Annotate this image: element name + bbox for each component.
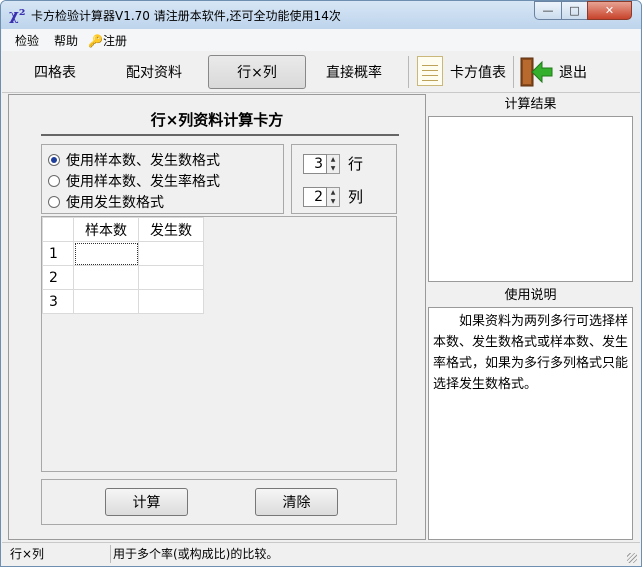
radio-sample-count-rate[interactable]: 使用样本数、发生率格式: [48, 171, 220, 191]
data-grid: 样本数 发生数 1 2 3: [42, 217, 204, 314]
grid-cell[interactable]: [73, 241, 139, 266]
minimize-button[interactable]: —: [534, 1, 562, 20]
calculate-button[interactable]: 计算: [105, 488, 188, 516]
table-row: 2: [42, 265, 204, 290]
maximize-button[interactable]: □: [561, 1, 588, 20]
grid-header-row: 样本数 发生数: [42, 217, 204, 242]
grid-row-header: 1: [42, 241, 74, 266]
status-separator: [110, 545, 111, 563]
spin-up-icon[interactable]: ▲: [327, 187, 339, 197]
grid-cell[interactable]: [138, 241, 204, 266]
data-grid-area: 样本数 发生数 1 2 3: [41, 216, 397, 472]
table-row: 1: [42, 241, 204, 266]
grid-row-header: 2: [42, 265, 74, 290]
instructions-text: 如果资料为两列多行可选择样本数、发生数格式或样本数、发生率格式，如果为多行多列格…: [433, 314, 629, 392]
cols-label: 列: [348, 188, 364, 206]
menu-register-label: 注册: [102, 34, 127, 48]
rxc-panel: 行×列资料计算卡方 使用样本数、发生数格式 使用样本数、发生率格式 使用发生数格…: [8, 94, 426, 540]
radio-sample-count-events[interactable]: 使用样本数、发生数格式: [48, 150, 220, 170]
radio-button[interactable]: [48, 175, 60, 187]
cols-stepper[interactable]: 2 ▲ ▼ 列: [303, 186, 363, 207]
grid-row-header: 3: [42, 289, 74, 314]
status-mode: 行×列: [10, 547, 45, 561]
cols-input[interactable]: 2: [303, 186, 327, 207]
action-button-area: 计算 清除: [41, 479, 397, 525]
grid-column-header[interactable]: 发生数: [138, 217, 204, 242]
app-window: χ² 卡方检验计算器V1.70 请注册本软件,还可全功能使用14次 — □ ✕ …: [0, 0, 642, 567]
panel-title: 行×列资料计算卡方: [150, 111, 284, 129]
radio-events-only[interactable]: 使用发生数格式: [48, 192, 164, 212]
rows-input[interactable]: 3: [303, 153, 327, 174]
format-radio-group: 使用样本数、发生数格式 使用样本数、发生率格式 使用发生数格式: [41, 144, 284, 214]
toolbar: 四格表 配对资料 行×列 直接概率 卡方值表 退出: [2, 51, 640, 93]
results-box[interactable]: [428, 116, 633, 282]
chi-value-table-button[interactable]: 卡方值表: [445, 55, 511, 89]
status-message: 用于多个率(或构成比)的比较。: [113, 547, 279, 561]
grid-cell[interactable]: [73, 265, 139, 290]
clear-button[interactable]: 清除: [255, 488, 338, 516]
grid-cell[interactable]: [138, 289, 204, 314]
notepad-icon[interactable]: [417, 56, 443, 86]
dimension-group: 3 ▲ ▼ 行 2 ▲ ▼ 列: [291, 144, 397, 214]
fourfold-table-button[interactable]: 四格表: [16, 55, 94, 89]
spin-up-icon[interactable]: ▲: [327, 154, 339, 164]
instructions-header: 使用说明: [504, 288, 557, 303]
menu-bar: 检验 帮助 🔑注册: [2, 29, 640, 51]
close-button[interactable]: ✕: [587, 1, 632, 20]
results-header: 计算结果: [504, 97, 557, 112]
grid-column-header[interactable]: 样本数: [73, 217, 139, 242]
radio-label: 使用样本数、发生率格式: [66, 174, 220, 190]
radio-button-checked[interactable]: [48, 154, 60, 166]
instructions-box[interactable]: 如果资料为两列多行可选择样本数、发生数格式或样本数、发生率格式，如果为多行多列格…: [428, 307, 633, 540]
radio-label: 使用发生数格式: [66, 195, 164, 211]
rxc-button[interactable]: 行×列: [208, 55, 306, 89]
menu-help[interactable]: 帮助: [54, 32, 78, 49]
toolbar-separator: [408, 56, 409, 88]
status-bar: 行×列 用于多个率(或构成比)的比较。: [2, 542, 640, 566]
rows-label: 行: [348, 155, 364, 173]
table-row: 3: [42, 289, 204, 314]
radio-label: 使用样本数、发生数格式: [66, 153, 220, 169]
title-bar[interactable]: χ² 卡方检验计算器V1.70 请注册本软件,还可全功能使用14次 — □ ✕: [1, 1, 641, 29]
spin-down-icon[interactable]: ▼: [327, 163, 339, 173]
resize-grip-icon[interactable]: [627, 553, 637, 563]
chi-square-app-icon: χ²: [9, 6, 26, 24]
key-icon: 🔑: [88, 34, 103, 48]
title-divider: [41, 134, 399, 136]
window-title: 卡方检验计算器V1.70 请注册本软件,还可全功能使用14次: [31, 9, 341, 23]
grid-cell[interactable]: [138, 265, 204, 290]
exit-button[interactable]: 退出: [555, 55, 591, 89]
radio-button[interactable]: [48, 196, 60, 208]
cols-spin-arrows[interactable]: ▲ ▼: [327, 186, 340, 207]
menu-check[interactable]: 检验: [15, 32, 39, 49]
toolbar-separator: [513, 56, 514, 88]
grid-corner: [42, 217, 74, 242]
grid-cell[interactable]: [73, 289, 139, 314]
spin-down-icon[interactable]: ▼: [327, 196, 339, 206]
direct-probability-button[interactable]: 直接概率: [314, 55, 394, 89]
rows-stepper[interactable]: 3 ▲ ▼ 行: [303, 153, 363, 174]
menu-register[interactable]: 🔑注册: [88, 32, 127, 49]
rows-spin-arrows[interactable]: ▲ ▼: [327, 153, 340, 174]
exit-door-icon[interactable]: [518, 56, 554, 88]
paired-data-button[interactable]: 配对资料: [110, 55, 198, 89]
